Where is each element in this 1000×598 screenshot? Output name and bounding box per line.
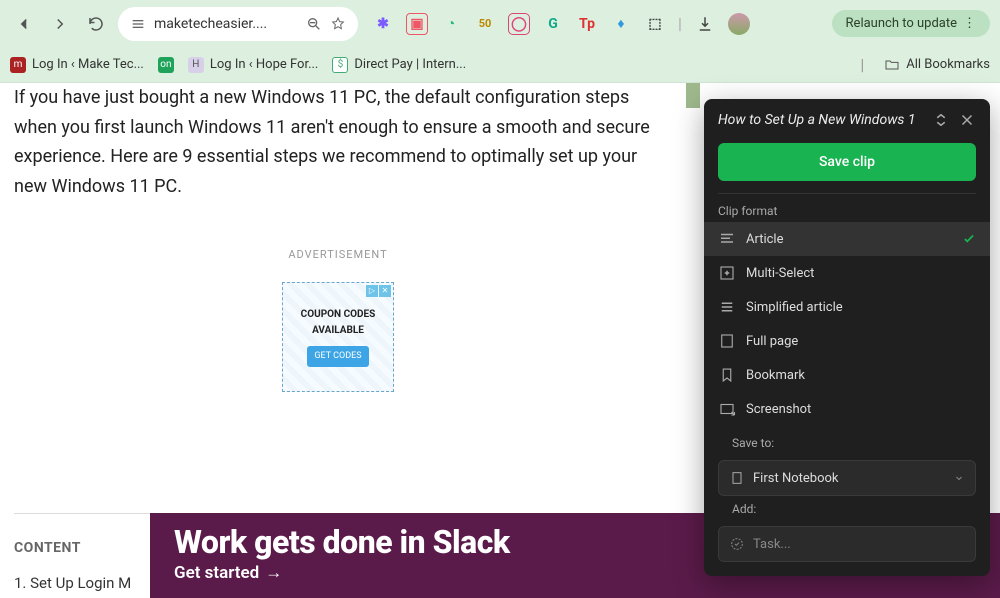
clip-format-label: Clip format: [704, 204, 990, 222]
bookmark-label: Log In ‹ Hope For...: [210, 57, 319, 72]
coupon-ad[interactable]: ▷✕ COUPON CODES AVAILABLE GET CODES: [282, 282, 394, 392]
bookmark-icon: [718, 366, 736, 384]
task-input[interactable]: Task...: [718, 526, 976, 562]
forward-button[interactable]: [46, 10, 74, 38]
article-icon: [718, 230, 736, 248]
extension-icon[interactable]: ◯: [508, 13, 530, 35]
format-label: Article: [746, 232, 783, 247]
format-multi-select[interactable]: Multi-Select: [704, 256, 990, 290]
format-article[interactable]: Article: [704, 222, 990, 256]
task-placeholder: Task...: [753, 537, 791, 552]
format-label: Screenshot: [746, 402, 811, 417]
arrow-right-icon: →: [265, 563, 282, 583]
divider: [718, 193, 976, 194]
back-button[interactable]: [10, 10, 38, 38]
format-full-page[interactable]: Full page: [704, 324, 990, 358]
bookmark-bar: m Log In ‹ Make Tec... on H Log In ‹ Hope …: [0, 47, 1000, 83]
all-bookmarks[interactable]: All Bookmarks: [884, 57, 990, 73]
format-simplified[interactable]: Simplified article: [704, 290, 990, 324]
bookmark-label: Log In ‹ Make Tec...: [32, 57, 144, 72]
adchoices-badge[interactable]: ▷✕: [366, 285, 391, 297]
extension-icon[interactable]: ▣: [406, 13, 428, 35]
separator: |: [860, 55, 864, 74]
favicon: H: [188, 57, 204, 73]
save-to-label: Save to:: [718, 436, 976, 454]
extension-icon[interactable]: Tp: [576, 13, 598, 35]
extensions-menu-icon[interactable]: ⬚: [644, 13, 666, 35]
site-settings-icon: [130, 16, 146, 32]
extension-icon[interactable]: G: [542, 13, 564, 35]
format-screenshot[interactable]: Screenshot: [704, 392, 990, 426]
close-icon[interactable]: [958, 111, 976, 129]
profile-avatar[interactable]: [728, 13, 750, 35]
simplified-icon: [718, 298, 736, 316]
url-text: maketecheasier....: [154, 16, 298, 32]
favicon: $: [332, 57, 348, 73]
format-label: Full page: [746, 334, 798, 349]
format-label: Bookmark: [746, 368, 805, 383]
full-page-icon: [718, 332, 736, 350]
omnibox[interactable]: maketecheasier....: [118, 7, 358, 41]
kebab-icon: ⋮: [963, 16, 976, 31]
notebook-select[interactable]: First Notebook: [718, 460, 976, 496]
add-label: Add:: [718, 502, 976, 520]
format-label: Simplified article: [746, 300, 843, 315]
extension-icon[interactable]: ✱: [372, 13, 394, 35]
article-paragraph: If you have just bought a new Windows 11…: [14, 83, 662, 202]
arrow-right-icon: [51, 15, 69, 33]
check-icon: [962, 232, 976, 246]
reload-button[interactable]: [82, 10, 110, 38]
format-bookmark[interactable]: Bookmark: [704, 358, 990, 392]
notebook-name: First Notebook: [753, 471, 839, 486]
favicon: m: [10, 57, 26, 73]
page-content: If you have just bought a new Windows 11…: [0, 83, 1000, 598]
task-icon: [729, 536, 745, 552]
zoom-icon[interactable]: [306, 16, 322, 32]
extension-icon[interactable]: 50: [474, 13, 496, 35]
all-bookmarks-label: All Bookmarks: [906, 57, 990, 72]
format-label: Multi-Select: [746, 266, 814, 281]
arrow-left-icon: [15, 15, 33, 33]
bookmark-item[interactable]: $ Direct Pay | Intern...: [332, 57, 466, 73]
folder-icon: [884, 57, 900, 73]
bookmark-label: Direct Pay | Intern...: [354, 57, 466, 72]
reload-icon: [87, 15, 105, 33]
browser-toolbar: maketecheasier.... ✱ ▣ ◔ 50 ◯ G Tp ♦ ⬚ |…: [0, 0, 1000, 47]
bookmark-item[interactable]: m Log In ‹ Make Tec...: [10, 57, 144, 73]
coupon-button[interactable]: GET CODES: [307, 346, 368, 367]
web-clipper-panel: How to Set Up a New Windows 1 Save clip …: [704, 99, 990, 576]
extension-icon[interactable]: ♦: [610, 13, 632, 35]
sidebar-thumbnail: [686, 83, 700, 108]
save-clip-button[interactable]: Save clip: [718, 143, 976, 181]
bookmark-item[interactable]: on: [158, 57, 174, 73]
downloads-icon[interactable]: [694, 13, 716, 35]
relaunch-label: Relaunch to update: [846, 16, 957, 31]
expand-icon[interactable]: [932, 111, 950, 129]
extensions-row: ✱ ▣ ◔ 50 ◯ G Tp ♦ ⬚ |: [372, 13, 750, 35]
extension-icon[interactable]: ◔: [440, 13, 462, 35]
separator: |: [678, 14, 682, 33]
ad-label: ADVERTISEMENT: [14, 246, 662, 264]
save-clip-label: Save clip: [819, 154, 875, 170]
article-column: If you have just bought a new Windows 11…: [14, 83, 662, 392]
relaunch-button[interactable]: Relaunch to update ⋮: [832, 10, 990, 37]
coupon-title: COUPON CODES AVAILABLE: [283, 307, 393, 340]
slack-cta-label: Get started: [174, 563, 259, 583]
multi-select-icon: [718, 264, 736, 282]
clipper-header: How to Set Up a New Windows 1: [704, 99, 990, 139]
favicon: on: [158, 57, 174, 73]
chevron-down-icon: [953, 472, 965, 484]
notebook-icon: [729, 470, 745, 486]
star-icon[interactable]: [330, 16, 346, 32]
clipper-title: How to Set Up a New Windows 1: [718, 112, 924, 128]
screenshot-icon: [718, 400, 736, 418]
bookmark-item[interactable]: H Log In ‹ Hope For...: [188, 57, 319, 73]
